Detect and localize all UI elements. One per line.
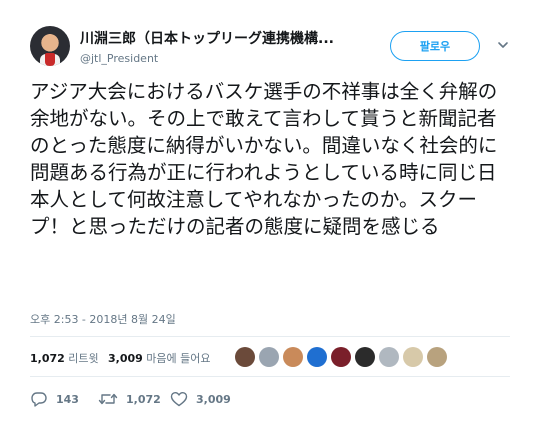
divider-top bbox=[30, 336, 510, 337]
liker-avatar-icon[interactable] bbox=[259, 347, 279, 367]
liker-avatar-icon[interactable] bbox=[235, 347, 255, 367]
reply-icon bbox=[31, 392, 47, 407]
reply-button[interactable]: 143 bbox=[30, 389, 79, 409]
follow-button[interactable]: 팔로우 bbox=[390, 31, 480, 61]
liker-avatar-icon[interactable] bbox=[403, 347, 423, 367]
retweet-button[interactable]: 1,072 bbox=[98, 389, 161, 409]
like-button[interactable]: 3,009 bbox=[170, 389, 231, 409]
author-display-name[interactable]: 川淵三郎（日本トップリーグ連携機構... bbox=[80, 28, 400, 48]
liker-avatar-icon[interactable] bbox=[331, 347, 351, 367]
tweet-timestamp[interactable]: 오후 2:53 - 2018년 8월 24일 bbox=[30, 311, 176, 327]
tweet-header: 川淵三郎（日本トップリーグ連携機構... @jtl_President 팔로우 bbox=[30, 26, 520, 70]
chevron-down-icon[interactable] bbox=[496, 38, 510, 52]
tweet-text: アジア大会におけるバスケ選手の不祥事は全く弁解の余地がない。その上で敢えて言わし… bbox=[30, 80, 498, 238]
reply-count: 143 bbox=[56, 392, 79, 406]
author-handle[interactable]: @jtl_President bbox=[80, 52, 400, 65]
tweet-actions: 143 1,072 3,009 bbox=[30, 389, 510, 409]
retweet-icon bbox=[98, 393, 118, 405]
divider-bottom bbox=[30, 376, 510, 377]
like-label: 마음에 들어요 bbox=[146, 352, 211, 365]
retweet-count: 1,072 bbox=[30, 352, 65, 365]
retweet-stat[interactable]: 1,072 리트윗 bbox=[30, 350, 99, 366]
tweet-card: 川淵三郎（日本トップリーグ連携機構... @jtl_President 팔로우 … bbox=[0, 0, 540, 432]
retweet-action-count: 1,072 bbox=[126, 392, 161, 406]
liker-avatar-icon[interactable] bbox=[427, 347, 447, 367]
like-stat[interactable]: 3,009 마음에 들어요 bbox=[108, 350, 211, 366]
heart-icon bbox=[170, 392, 188, 407]
like-count: 3,009 bbox=[108, 352, 143, 365]
liker-avatar-icon[interactable] bbox=[307, 347, 327, 367]
author-names: 川淵三郎（日本トップリーグ連携機構... @jtl_President bbox=[80, 28, 400, 65]
tweet-stats: 1,072 리트윗 3,009 마음에 들어요 bbox=[30, 345, 510, 369]
liker-avatar-icon[interactable] bbox=[355, 347, 375, 367]
liker-avatar-icon[interactable] bbox=[379, 347, 399, 367]
retweet-label: 리트윗 bbox=[68, 352, 99, 365]
author-avatar[interactable] bbox=[30, 26, 70, 66]
like-action-count: 3,009 bbox=[196, 392, 231, 406]
liker-avatar-icon[interactable] bbox=[283, 347, 303, 367]
